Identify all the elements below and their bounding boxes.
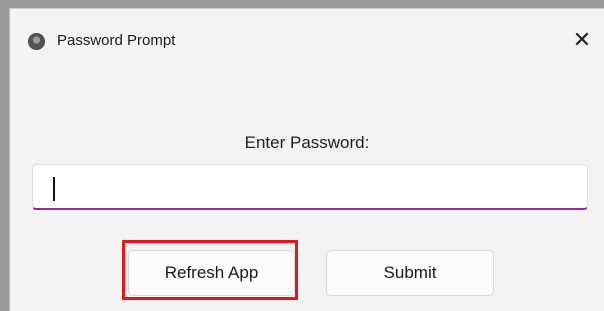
close-icon: ✕: [572, 27, 592, 52]
close-button[interactable]: ✕: [562, 23, 602, 57]
window-title: Password Prompt: [57, 32, 176, 49]
app-icon: [28, 33, 45, 50]
refresh-app-button[interactable]: Refresh App: [128, 250, 295, 296]
submit-button[interactable]: Submit: [326, 250, 494, 296]
text-caret: [53, 177, 55, 201]
password-prompt-label: Enter Password:: [244, 133, 370, 152]
password-prompt-window: Password Prompt ✕ Enter Password: Refres…: [9, 8, 604, 311]
password-input[interactable]: [32, 164, 588, 210]
title-bar: Password Prompt ✕: [10, 9, 604, 63]
